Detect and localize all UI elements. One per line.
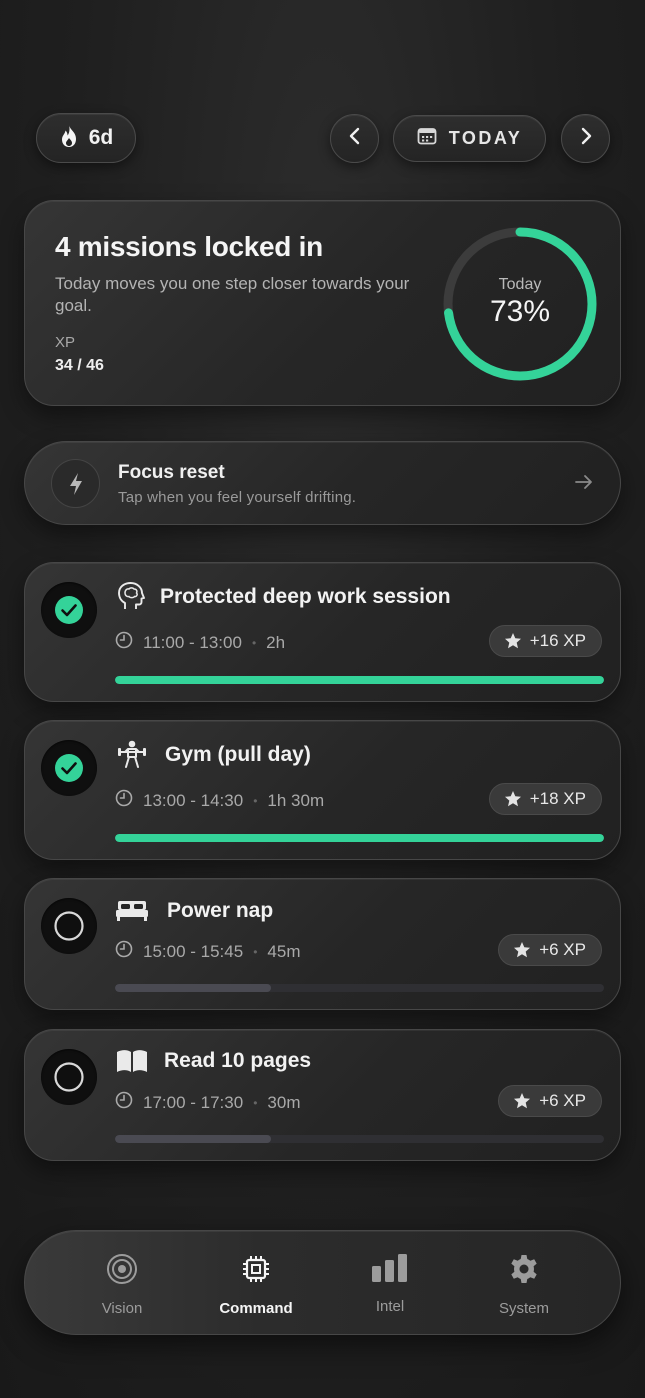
task-duration: 1h 30m — [267, 790, 325, 810]
xp-reward-badge: +6 XP — [498, 934, 602, 966]
xp-reward: +16 XP — [529, 631, 586, 650]
task-card[interactable]: Protected deep work session 11:00 - 13:0… — [24, 562, 621, 702]
ring-label: Today — [498, 276, 542, 293]
tab-intel[interactable]: Intel — [335, 1253, 445, 1315]
focus-reset-button[interactable]: Focus reset Tap when you feel yourself d… — [24, 441, 621, 525]
task-progress-fill — [115, 1135, 272, 1143]
clock-icon — [115, 1091, 133, 1114]
task-time-row: 11:00 - 13:00 • 2h — [115, 631, 285, 654]
today-label: TODAY — [448, 128, 523, 148]
focus-title: Focus reset — [118, 462, 225, 483]
checkmark-icon — [55, 754, 83, 782]
today-button[interactable]: TODAY — [393, 115, 546, 162]
target-icon — [106, 1253, 138, 1290]
task-name: Power nap — [167, 899, 274, 922]
tab-label: Vision — [101, 1300, 143, 1317]
xp-reward: +6 XP — [539, 1091, 586, 1110]
clock-icon — [115, 789, 133, 812]
task-duration: 45m — [267, 941, 301, 961]
xp-label: XP — [55, 334, 76, 351]
task-card[interactable]: Read 10 pages 17:00 - 17:30 • 30m +6 XP — [24, 1029, 621, 1161]
checkmark-icon — [55, 596, 83, 624]
bed-icon — [115, 899, 149, 928]
ring-percent: 73% — [489, 295, 551, 328]
task-progress-bar — [115, 834, 604, 842]
xp-reward: +6 XP — [539, 940, 586, 959]
task-name: Protected deep work session — [160, 585, 451, 608]
task-checkbox[interactable] — [41, 1049, 97, 1105]
weightlifter-icon — [117, 739, 147, 774]
chevron-left-icon — [348, 126, 362, 151]
clock-icon — [115, 940, 133, 963]
focus-subtitle: Tap when you feel yourself drifting. — [118, 489, 357, 506]
previous-day-button[interactable] — [330, 114, 379, 163]
next-day-button[interactable] — [561, 114, 610, 163]
task-time: 17:00 - 17:30 — [143, 1092, 244, 1112]
task-duration: 30m — [267, 1092, 301, 1112]
app-screen: 6d TODAY 4 missions locked in Today move… — [0, 0, 645, 1398]
star-icon — [504, 633, 521, 649]
task-progress-fill — [115, 676, 604, 684]
xp-reward: +18 XP — [529, 789, 586, 808]
task-progress-bar — [115, 984, 604, 992]
brain-head-icon — [117, 581, 145, 616]
streak-badge[interactable]: 6d — [36, 113, 136, 163]
empty-circle-icon — [54, 1062, 84, 1092]
task-duration: 2h — [266, 632, 286, 652]
tab-system[interactable]: System — [469, 1253, 579, 1317]
tab-vision[interactable]: Vision — [67, 1253, 177, 1317]
streak-count: 6d — [88, 126, 114, 149]
star-icon — [514, 1093, 531, 1109]
task-progress-bar — [115, 676, 604, 684]
flame-icon — [59, 124, 79, 153]
clock-icon — [115, 631, 133, 654]
task-time: 13:00 - 14:30 — [143, 790, 244, 810]
summary-subtitle: Today moves you one step closer towards … — [55, 274, 410, 315]
task-progress-bar — [115, 1135, 604, 1143]
tab-label: System — [498, 1300, 549, 1317]
task-card[interactable]: Gym (pull day) 13:00 - 14:30 • 1h 30m +1… — [24, 720, 621, 860]
gear-icon — [508, 1253, 540, 1290]
daily-summary-card: 4 missions locked in Today moves you one… — [24, 200, 621, 406]
summary-title: 4 missions locked in — [55, 231, 323, 262]
task-name: Gym (pull day) — [165, 743, 311, 766]
task-progress-fill — [115, 834, 604, 842]
empty-circle-icon — [54, 911, 84, 941]
tab-command[interactable]: Command — [201, 1253, 311, 1317]
chip-icon — [240, 1253, 272, 1290]
task-time: 11:00 - 13:00 — [143, 632, 242, 652]
chevron-right-icon — [579, 126, 593, 151]
daily-progress-ring: Today 73% — [439, 223, 601, 385]
task-time-row: 17:00 - 17:30 • 30m — [115, 1091, 300, 1114]
xp-reward-badge: +16 XP — [488, 625, 602, 657]
star-icon — [504, 791, 521, 807]
task-time: 15:00 - 15:45 — [143, 941, 244, 961]
bottom-navigation: Vision Command Intel System — [24, 1230, 621, 1335]
task-progress-fill — [115, 984, 272, 992]
task-time-row: 15:00 - 15:45 • 45m — [115, 940, 300, 963]
tab-label: Command — [219, 1300, 293, 1317]
tab-label: Intel — [375, 1298, 405, 1315]
task-time-row: 13:00 - 14:30 • 1h 30m — [115, 789, 324, 812]
task-checkbox[interactable] — [41, 898, 97, 954]
arrow-right-icon — [574, 474, 594, 495]
lightning-icon — [51, 459, 100, 508]
book-icon — [115, 1048, 149, 1079]
bar-chart-icon — [371, 1253, 409, 1288]
xp-reward-badge: +18 XP — [488, 783, 602, 815]
xp-reward-badge: +6 XP — [498, 1085, 602, 1117]
star-icon — [514, 942, 531, 958]
task-name: Read 10 pages — [164, 1049, 312, 1072]
xp-value: 34 / 46 — [55, 357, 104, 374]
task-checkbox[interactable] — [41, 582, 97, 638]
calendar-icon — [417, 127, 437, 150]
task-checkbox[interactable] — [41, 740, 97, 796]
task-card[interactable]: Power nap 15:00 - 15:45 • 45m +6 XP — [24, 878, 621, 1010]
